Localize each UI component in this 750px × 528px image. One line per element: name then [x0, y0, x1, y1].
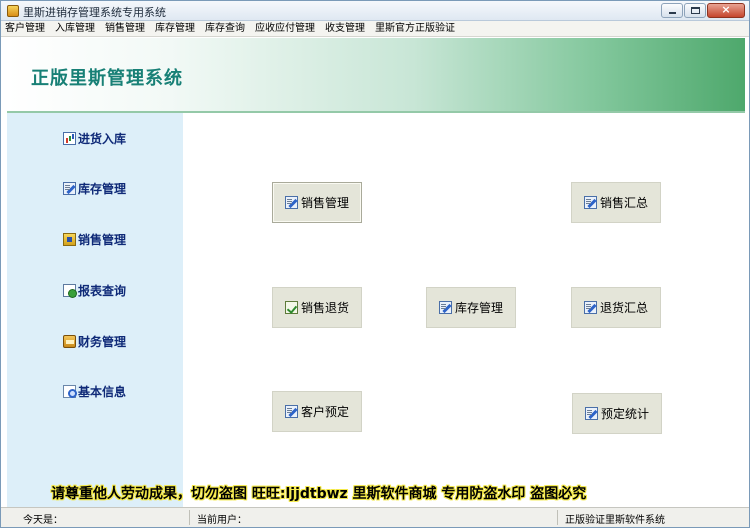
menu-inventory[interactable]: 库存管理	[151, 21, 201, 36]
button-label: 销售退货	[300, 301, 349, 315]
window-title: 里斯进销存管理系统专用系统	[23, 6, 166, 19]
button-label: 预定统计	[600, 407, 649, 421]
menu-bar: 客户管理 入库管理 销售管理 库存管理 库存查询 应收应付管理 收支管理 里斯官…	[1, 21, 749, 37]
menu-verification[interactable]: 里斯官方正版验证	[371, 21, 461, 36]
maximize-icon	[691, 7, 700, 14]
customer-reservation-button[interactable]: 客户预定	[272, 391, 362, 432]
sales-management-button[interactable]: 销售管理	[272, 182, 362, 223]
button-label: 销售管理	[300, 196, 349, 210]
menu-receivables[interactable]: 应收应付管理	[251, 21, 321, 36]
button-label: 销售汇总	[599, 196, 648, 210]
magnify-icon	[63, 384, 77, 398]
sales-return-button[interactable]: 销售退货	[272, 287, 362, 328]
banner-title: 正版里斯管理系统	[31, 68, 183, 89]
edit-icon	[583, 301, 597, 314]
wallet-icon	[63, 334, 76, 348]
close-icon: ×	[721, 3, 731, 16]
sidebar-item-basic-info[interactable]: 基本信息	[63, 382, 126, 400]
button-label: 库存管理	[454, 301, 503, 315]
sidebar: 进货入库 库存管理 销售管理 报表查询 财务管理 基本信息	[7, 113, 183, 507]
sidebar-item-inventory[interactable]: 库存管理	[63, 179, 126, 197]
status-bar: 今天是： 当前用户： 正版验证里斯软件系统	[1, 507, 749, 527]
status-verified: 正版验证里斯软件系统	[565, 515, 665, 526]
edit-icon	[284, 405, 298, 418]
edit-icon	[284, 196, 298, 209]
sidebar-item-label: 进货入库	[78, 131, 127, 146]
watermark-text: 请尊重他人劳动成果，切勿盗图 旺旺:ljjdtbwz 里斯软件商城 专用防盗水印…	[51, 486, 587, 502]
maximize-button[interactable]	[684, 3, 706, 18]
chart-icon	[63, 131, 76, 145]
app-window: 里斯进销存管理系统专用系统 × 客户管理 入库管理 销售管理 库存管理 库存查询…	[0, 0, 750, 528]
app-icon	[7, 5, 19, 17]
menu-income-expense[interactable]: 收支管理	[321, 21, 371, 36]
sidebar-item-reports[interactable]: 报表查询	[63, 281, 126, 299]
close-button[interactable]: ×	[707, 3, 745, 18]
menu-inventory-query[interactable]: 库存查询	[201, 21, 251, 36]
reservation-stats-button[interactable]: 预定统计	[572, 393, 662, 434]
book-icon	[63, 232, 76, 246]
menu-inbound[interactable]: 入库管理	[51, 21, 101, 36]
edit-icon	[63, 181, 76, 195]
sales-summary-button[interactable]: 销售汇总	[571, 182, 661, 223]
sidebar-item-label: 库存管理	[78, 181, 127, 196]
minimize-icon	[669, 12, 676, 14]
return-summary-button[interactable]: 退货汇总	[571, 287, 661, 328]
check-icon	[284, 301, 298, 314]
status-divider	[557, 510, 558, 525]
edit-icon	[583, 196, 597, 209]
sidebar-item-finance[interactable]: 财务管理	[63, 332, 126, 350]
menu-sales[interactable]: 销售管理	[101, 21, 151, 36]
status-today: 今天是：	[23, 515, 63, 526]
main-panel: 销售管理 销售汇总 销售退货 库存管理 退货汇总 客户预定 预定统计	[183, 113, 745, 507]
sidebar-item-label: 报表查询	[78, 283, 127, 298]
sidebar-item-label: 财务管理	[78, 334, 127, 349]
menu-customer[interactable]: 客户管理	[1, 21, 51, 36]
button-label: 客户预定	[300, 405, 349, 419]
document-icon	[63, 283, 77, 298]
edit-icon	[584, 407, 598, 420]
window-controls: ×	[661, 3, 745, 18]
sidebar-item-sales[interactable]: 销售管理	[63, 230, 126, 248]
title-bar: 里斯进销存管理系统专用系统 ×	[1, 1, 749, 21]
status-divider	[189, 510, 190, 525]
sidebar-item-purchase-inbound[interactable]: 进货入库	[63, 129, 126, 147]
header-banner: 正版里斯管理系统	[7, 38, 745, 113]
inventory-management-button[interactable]: 库存管理	[426, 287, 516, 328]
status-current-user: 当前用户：	[197, 515, 247, 526]
minimize-button[interactable]	[661, 3, 683, 18]
sidebar-item-label: 基本信息	[78, 384, 127, 399]
edit-icon	[438, 301, 452, 314]
button-label: 退货汇总	[599, 301, 648, 315]
sidebar-item-label: 销售管理	[78, 232, 127, 247]
